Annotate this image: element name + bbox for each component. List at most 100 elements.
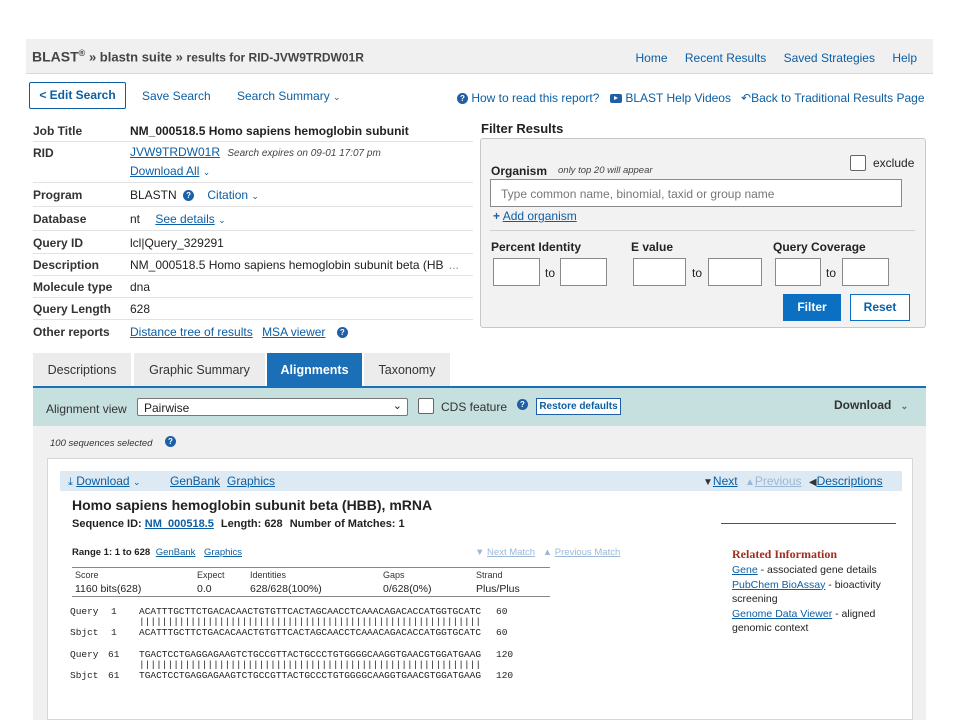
hit-title: Homo sapiens hemoglobin subunit beta (HB… <box>72 497 433 513</box>
rid-link[interactable]: JVW9TRDW01R <box>130 145 220 159</box>
card-graphics-link[interactable]: Graphics <box>227 474 275 488</box>
query-start: 61 <box>108 649 120 660</box>
filter-divider <box>490 230 915 231</box>
restore-defaults-button[interactable]: Restore defaults <box>536 398 621 415</box>
exclude-checkbox[interactable] <box>850 155 866 171</box>
subject-sequence: ACATTTGCTTCTGACACAACTGTGTTCACTAGCAACCTCA… <box>139 627 482 638</box>
alignment-view-label: Alignment view <box>46 402 127 416</box>
seqid-link[interactable]: NM_000518.5 <box>145 518 214 530</box>
stats-expect-value: 0.0 <box>197 583 212 595</box>
filter-panel: Organism only top 20 will appear exclude… <box>480 138 926 328</box>
summary-row-description: Description NM_000518.5 Homo sapiens hem… <box>33 254 473 276</box>
edit-search-button[interactable]: < Edit Search <box>29 82 126 109</box>
descriptions-link[interactable]: ◀Descriptions <box>809 474 883 488</box>
search-summary-dropdown[interactable]: Search Summary ⌄ <box>237 89 341 103</box>
back-traditional-link[interactable]: ↶Back to Traditional Results Page <box>741 91 925 105</box>
filter-button[interactable]: Filter <box>783 294 841 321</box>
percent-identity-label: Percent Identity <box>491 240 582 254</box>
organism-hint: only top 20 will appear <box>558 165 653 176</box>
other-reports-label: Other reports <box>33 325 110 339</box>
cds-feature-checkbox[interactable] <box>418 398 434 414</box>
related-info-list: Gene - associated gene details PubChem B… <box>732 563 904 636</box>
distance-tree-link[interactable]: Distance tree of results <box>130 325 253 339</box>
summary-row-query-id: Query ID lcl|Query_329291 <box>33 231 473 254</box>
question-icon[interactable]: ? <box>183 190 195 202</box>
tab-graphic-summary[interactable]: Graphic Summary <box>134 353 266 387</box>
to-label: to <box>545 266 556 280</box>
next-match-label: Next Match <box>487 547 536 558</box>
see-details-dropdown[interactable]: See details ⌄ <box>155 212 225 226</box>
registered-mark: ® <box>78 48 86 58</box>
msa-viewer-link[interactable]: MSA viewer <box>262 325 325 339</box>
question-icon[interactable]: ? <box>165 436 176 447</box>
card-download-dropdown[interactable]: ⤓ Download ⌄ <box>68 474 140 489</box>
summary-row-database: Database nt See details ⌄ <box>33 207 473 231</box>
summary-row-query-length: Query Length 628 <box>33 298 473 320</box>
previous-match-link[interactable]: ▲ Previous Match <box>543 547 621 558</box>
stats-header-identities: Identities <box>250 570 287 580</box>
how-to-read-link[interactable]: ? How to read this report? <box>457 91 599 105</box>
range-graphics-link[interactable]: Graphics <box>204 547 242 558</box>
range-genbank-link[interactable]: GenBank <box>156 547 196 558</box>
nav-saved-strategies[interactable]: Saved Strategies <box>784 51 875 65</box>
alignment-card: ⤓ Download ⌄ GenBank Graphics ▼Next ▲Pre… <box>47 458 913 720</box>
blast-brand[interactable]: BLAST <box>32 48 79 64</box>
match-bars: ||||||||||||||||||||||||||||||||||||||||… <box>139 659 482 670</box>
breadcrumb-suite[interactable]: blastn suite <box>100 49 172 64</box>
program-value: BLASTN <box>130 188 177 202</box>
add-organism-link[interactable]: + Add organism <box>493 209 577 223</box>
help-videos-link[interactable]: BLAST Help Videos <box>610 91 731 105</box>
query-coverage-max-input[interactable] <box>842 258 889 286</box>
tab-descriptions[interactable]: Descriptions <box>33 353 132 387</box>
query-label: Query <box>70 649 99 660</box>
subject-sequence: TGACTCCTGAGGAGAAGTCTGCCGTTACTGCCCTGTGGGG… <box>139 670 482 681</box>
organism-input[interactable]: Type common name, binomial, taxid or gro… <box>490 179 902 207</box>
save-search-link[interactable]: Save Search <box>142 89 211 103</box>
previous-link[interactable]: ▲Previous <box>745 474 802 488</box>
card-genbank-link[interactable]: GenBank <box>170 474 220 488</box>
triangle-down-icon: ▼ <box>475 547 485 558</box>
pubchem-link[interactable]: PubChem BioAssay <box>732 579 825 591</box>
alignment-toolbar: Alignment view Pairwise ⌄ CDS feature ? … <box>33 388 926 426</box>
citation-dropdown[interactable]: Citation ⌄ <box>207 188 259 202</box>
related-divider <box>721 523 896 524</box>
question-icon[interactable]: ? <box>336 327 348 339</box>
evalue-min-input[interactable] <box>633 258 686 286</box>
stats-gaps-value: 0/628(0%) <box>383 583 432 595</box>
alignment-view-select[interactable]: Pairwise ⌄ <box>137 398 408 416</box>
nav-home[interactable]: Home <box>636 51 668 65</box>
query-coverage-min-input[interactable] <box>775 258 821 286</box>
percent-identity-max-input[interactable] <box>560 258 607 286</box>
nav-help[interactable]: Help <box>892 51 917 65</box>
database-value: nt <box>130 212 141 226</box>
next-link[interactable]: ▼Next <box>703 474 738 488</box>
related-item: Gene - associated gene details <box>732 563 904 578</box>
top-bar: BLAST® » blastn suite » results for RID-… <box>26 39 933 74</box>
nav-recent-results[interactable]: Recent Results <box>685 51 766 65</box>
plus-icon: + <box>493 209 501 223</box>
rid-label: RID <box>33 146 54 160</box>
summary-row-program: Program BLASTN ? Citation ⌄ <box>33 183 473 207</box>
genome-viewer-link[interactable]: Genome Data Viewer <box>732 608 832 620</box>
description-ellipsis[interactable]: ... <box>449 258 459 272</box>
match-bars: ||||||||||||||||||||||||||||||||||||||||… <box>139 616 482 627</box>
question-icon[interactable]: ? <box>517 399 528 410</box>
subject-start: 61 <box>108 670 120 681</box>
evalue-max-input[interactable] <box>708 258 762 286</box>
alignment-download-dropdown[interactable]: Download ⌄ <box>834 398 908 412</box>
description-label: Description <box>33 258 100 272</box>
query-end: 60 <box>496 606 508 617</box>
job-title-label: Job Title <box>33 124 83 138</box>
download-all-dropdown[interactable]: Download All ⌄ <box>130 164 210 178</box>
cds-feature-label: CDS feature <box>441 400 508 414</box>
query-start: 1 <box>111 606 117 617</box>
percent-identity-min-input[interactable] <box>493 258 540 286</box>
next-match-link[interactable]: ▼ Next Match <box>475 547 535 558</box>
subject-end: 60 <box>496 627 508 638</box>
gene-link[interactable]: Gene <box>732 564 758 576</box>
query-length-label: Query Length <box>33 302 112 316</box>
reset-button[interactable]: Reset <box>850 294 910 321</box>
hit-meta: Sequence ID: NM_000518.5 Length: 628 Num… <box>72 518 405 530</box>
tab-alignments[interactable]: Alignments <box>267 353 363 387</box>
tab-taxonomy[interactable]: Taxonomy <box>364 353 451 387</box>
